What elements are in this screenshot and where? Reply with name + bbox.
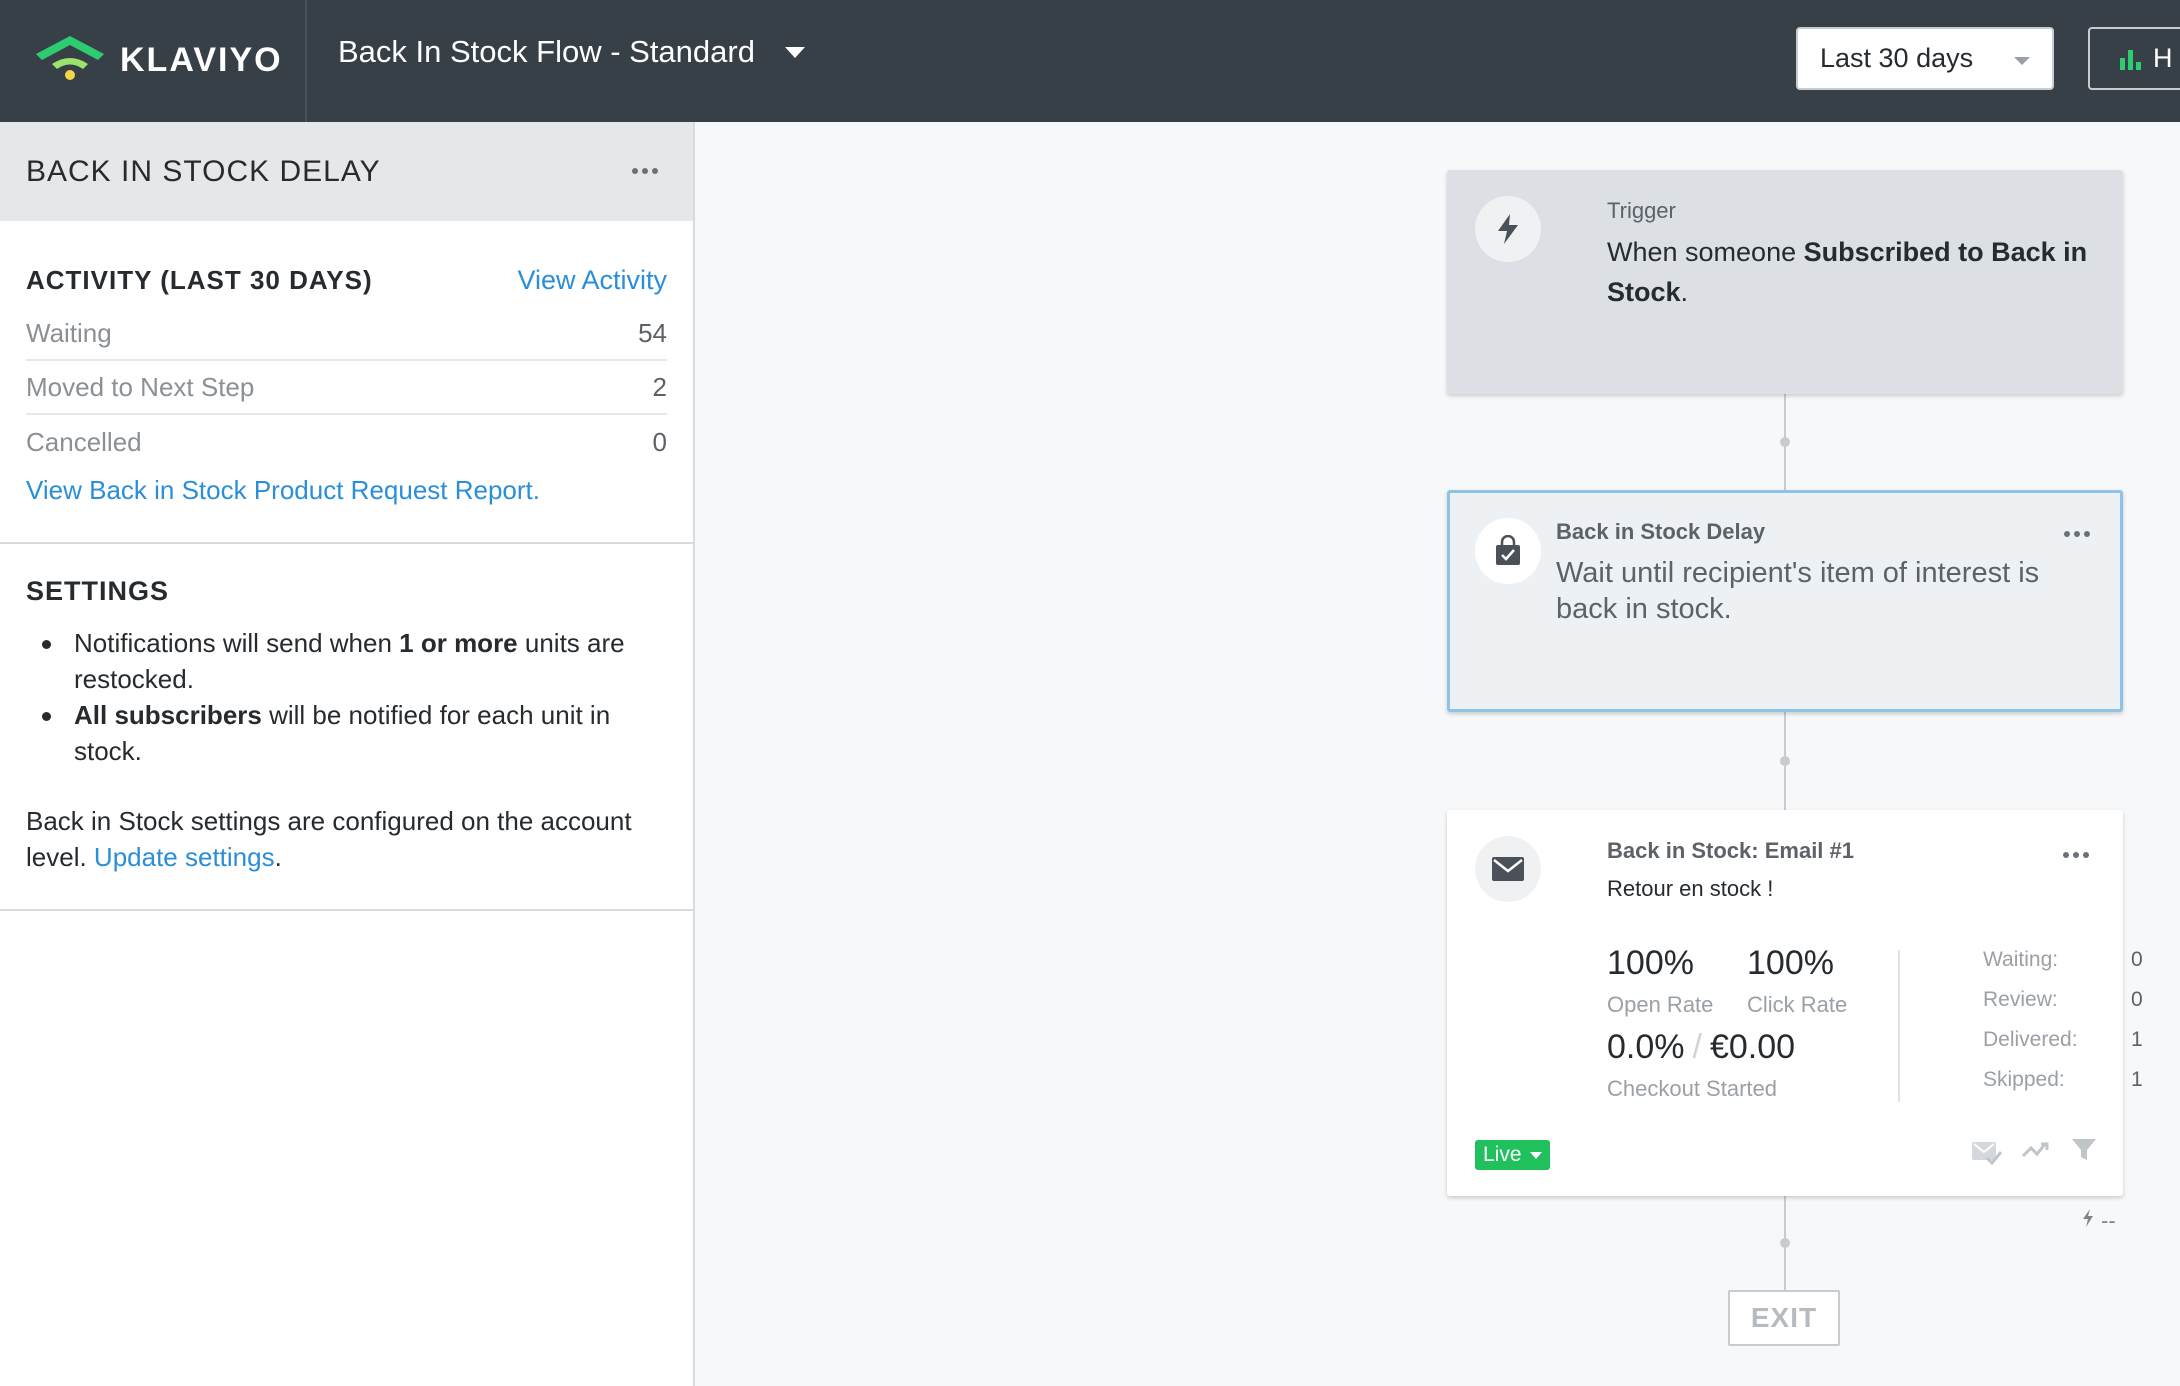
connector-dot [1780,1238,1790,1248]
open-rate-value: 100% [1607,944,1694,982]
activity-value: 0 [652,426,667,457]
delay-description: Wait until recipient's item of interest … [1556,557,2040,625]
status-label: Live [1483,1143,1522,1166]
count-label: Delivered: [1983,1028,2078,1051]
email-kicker: Back in Stock: Email #1 [1607,838,1854,863]
more-dots-icon[interactable] [2064,531,2090,537]
brand-name: KLAVIYO [120,40,283,79]
analytics-button[interactable]: H [2088,27,2180,90]
activity-value: 54 [638,317,667,348]
more-dots-icon[interactable] [2063,852,2089,858]
header-divider [305,0,307,122]
activity-row-waiting: Waiting 54 [26,307,667,361]
activity-heading: ACTIVITY (LAST 30 DAYS) [26,264,373,295]
trigger-text: When someone [1607,237,1804,267]
settings-section: SETTINGS Notifications will send when 1 … [0,544,693,911]
date-range-select[interactable]: Last 30 days [1796,27,2054,90]
trigger-note-text: -- [2101,1208,2116,1233]
more-dots-icon[interactable] [632,168,658,174]
settings-item: All subscribers will be notified for eac… [26,697,667,769]
report-link[interactable]: View Back in Stock Product Request Repor… [26,469,667,542]
update-settings-link[interactable]: Update settings [94,842,275,872]
stats-divider [1898,950,1900,1102]
click-rate-value: 100% [1747,944,1834,982]
count-label: Review: [1983,988,2058,1011]
view-activity-link[interactable]: View Activity [517,265,667,296]
checkout-percent: 0.0% [1607,1028,1685,1066]
checkout-values: 0.0% / €0.00 [1607,1028,1795,1067]
settings-bold: 1 or more [399,628,518,658]
flow-title-dropdown[interactable]: Back In Stock Flow - Standard [338,34,805,70]
settings-item: Notifications will send when 1 or more u… [26,625,667,697]
panel-header: BACK IN STOCK DELAY [0,122,693,221]
filter-icon[interactable] [2071,1138,2097,1171]
trigger-card[interactable]: Trigger When someone Subscribed to Back … [1447,170,2123,394]
settings-note: Back in Stock settings are configured on… [26,803,667,875]
klaviyo-logo-icon [32,32,108,89]
email-card[interactable]: Back in Stock: Email #1 Retour en stock … [1447,810,2143,1196]
click-rate-label: Click Rate [1747,992,1848,1017]
count-review: Review: 0 [1983,988,2143,1012]
settings-list: Notifications will send when 1 or more u… [26,625,667,769]
count-value: 0 [2131,988,2143,1011]
card-footer-icons [1971,1138,2097,1171]
trigger-text-end: . [1680,277,1689,307]
mail-check-icon[interactable] [1971,1138,2003,1171]
count-value: 1 [2131,1068,2143,1091]
date-range-value: Last 30 days [1820,43,1974,73]
checkout-separator: / [1692,1028,1702,1066]
flow-canvas[interactable]: Trigger When someone Subscribed to Back … [697,122,2180,1386]
count-label: Skipped: [1983,1068,2065,1091]
settings-bold: All subscribers [74,700,262,730]
shopping-bag-icon [1475,518,1541,584]
checkout-revenue: €0.00 [1709,1028,1796,1066]
panel-title: BACK IN STOCK DELAY [26,154,381,188]
count-value: 0 [2131,948,2143,971]
bar-chart-icon [2120,48,2141,70]
status-dropdown[interactable]: Live [1475,1140,1550,1170]
lightning-icon [2081,1208,2095,1234]
count-waiting: Waiting: 0 [1983,948,2143,972]
checkout-label: Checkout Started [1607,1076,1777,1101]
connector-dot [1780,437,1790,447]
activity-label: Waiting [26,317,112,348]
settings-text: Notifications will send when [74,628,400,658]
trigger-kicker: Trigger [1607,198,1676,223]
flow-title: Back In Stock Flow - Standard [338,34,755,69]
back-in-stock-delay-card[interactable]: Back in Stock Delay Wait until recipient… [1447,490,2123,712]
chevron-down-icon [2014,57,2030,65]
open-rate-label: Open Rate [1607,992,1714,1017]
activity-row-cancelled: Cancelled 0 [26,415,667,469]
envelope-icon [1475,836,1541,902]
email-subject: Retour en stock ! [1607,876,1774,901]
activity-value: 2 [652,371,667,402]
chevron-down-icon [1529,1151,1542,1159]
connector-dot [1780,756,1790,766]
count-skipped: Skipped: 1 [1983,1068,2143,1092]
lightning-icon [1475,196,1541,262]
klaviyo-logo[interactable]: KLAVIYO [32,32,283,88]
count-delivered: Delivered: 1 [1983,1028,2143,1052]
activity-section: ACTIVITY (LAST 30 DAYS) View Activity Wa… [0,221,693,544]
trend-icon[interactable] [2021,1138,2053,1171]
delay-kicker: Back in Stock Delay [1556,519,1766,544]
settings-heading: SETTINGS [26,576,170,606]
details-panel: BACK IN STOCK DELAY ACTIVITY (LAST 30 DA… [0,122,695,1386]
chevron-down-icon [784,46,805,58]
email-trigger-note: -- [2081,1208,2116,1234]
analytics-button-label: H [2153,43,2173,73]
count-value: 1 [2131,1028,2143,1051]
exit-node: EXIT [1728,1290,1840,1346]
count-label: Waiting: [1983,948,2059,971]
trigger-description: When someone Subscribed to Back in Stock… [1607,232,2107,312]
settings-note-end: . [274,842,282,872]
top-bar: KLAVIYO Back In Stock Flow - Standard La… [0,0,2180,122]
activity-label: Moved to Next Step [26,371,255,402]
activity-row-moved: Moved to Next Step 2 [26,361,667,415]
activity-label: Cancelled [26,426,142,457]
